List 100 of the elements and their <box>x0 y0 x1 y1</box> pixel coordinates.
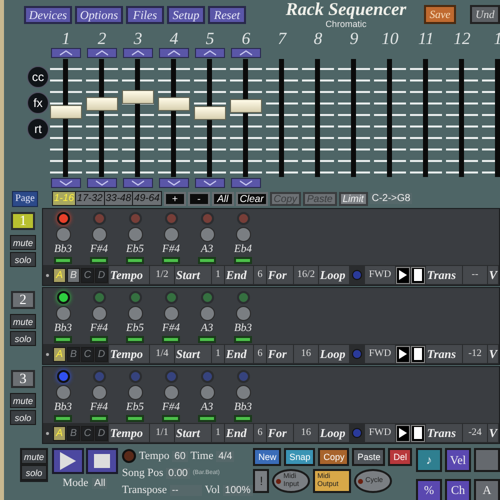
menu-button[interactable]: Reset <box>208 6 246 24</box>
step-button[interactable] <box>90 415 108 422</box>
solo-button[interactable]: solo <box>21 465 47 480</box>
undo-button[interactable]: Und <box>470 5 500 24</box>
solo-button[interactable]: solo <box>10 331 36 346</box>
mute-button[interactable]: mute <box>10 314 36 329</box>
step-button[interactable] <box>162 415 180 422</box>
step-button[interactable] <box>90 336 108 343</box>
pattern-button[interactable]: C <box>81 426 94 440</box>
knob[interactable] <box>200 227 214 242</box>
step-button[interactable] <box>234 336 252 343</box>
time-value[interactable]: 4/4 <box>216 450 234 462</box>
pattern-button[interactable]: C <box>81 268 94 282</box>
transpose-value[interactable]: -- <box>170 484 202 496</box>
knob[interactable] <box>56 227 70 242</box>
menu-button[interactable]: Files <box>126 6 164 24</box>
tool-button[interactable]: + <box>164 192 186 206</box>
fader-thumb[interactable] <box>122 90 154 104</box>
view-button[interactable]: Ch <box>445 478 471 500</box>
tool-button[interactable]: Limit <box>338 192 368 206</box>
knob[interactable] <box>128 227 142 242</box>
down-button[interactable] <box>195 178 225 188</box>
edit-button[interactable]: Paste <box>352 448 386 466</box>
solo-button[interactable]: solo <box>10 252 36 267</box>
fader-thumb[interactable] <box>230 99 262 114</box>
edit-button[interactable]: New <box>253 448 282 466</box>
pattern-button[interactable]: B <box>67 346 80 362</box>
step-button[interactable] <box>54 336 72 343</box>
mute-button[interactable]: mute <box>21 449 47 464</box>
knob[interactable] <box>236 306 250 321</box>
knob[interactable] <box>164 306 178 321</box>
up-button[interactable] <box>51 48 81 58</box>
knob[interactable] <box>56 306 70 321</box>
step-button[interactable] <box>198 336 216 343</box>
edit-button[interactable]: Copy <box>318 448 350 466</box>
knob[interactable] <box>236 385 250 400</box>
down-button[interactable] <box>123 178 153 188</box>
track-button[interactable]: 2 <box>11 291 35 309</box>
vol-value[interactable]: 100% <box>222 484 252 496</box>
pattern-button[interactable]: C <box>81 346 94 362</box>
knob[interactable] <box>164 385 178 400</box>
step-button[interactable] <box>234 415 252 422</box>
knob[interactable] <box>200 385 214 400</box>
record-led-icon[interactable] <box>122 449 136 463</box>
fader-thumb[interactable] <box>86 96 118 111</box>
menu-button[interactable]: Devices <box>24 6 72 24</box>
menu-button[interactable]: Options <box>74 6 123 24</box>
pattern-button[interactable]: B <box>67 426 80 440</box>
knob[interactable] <box>200 306 214 321</box>
tool-button[interactable]: All <box>212 192 234 206</box>
up-button[interactable] <box>231 48 261 58</box>
step-button[interactable] <box>198 415 216 422</box>
mode-round-button[interactable]: fx <box>27 92 49 114</box>
tool-button[interactable]: - <box>188 192 210 206</box>
view-button[interactable] <box>474 448 500 472</box>
fader-thumb[interactable] <box>50 104 82 119</box>
play-button[interactable] <box>52 448 84 474</box>
knob[interactable] <box>92 227 106 242</box>
page-button[interactable]: Page <box>12 190 38 206</box>
down-button[interactable] <box>51 178 81 188</box>
step-button[interactable] <box>90 257 108 264</box>
stop-button[interactable] <box>411 266 425 284</box>
fader-thumb[interactable] <box>158 96 190 111</box>
mode-value[interactable]: All <box>92 478 108 488</box>
step-button[interactable] <box>198 257 216 264</box>
up-button[interactable] <box>159 48 189 58</box>
knob[interactable] <box>92 385 106 400</box>
save-button[interactable]: Save <box>424 5 456 24</box>
view-button[interactable]: Vel <box>445 448 471 472</box>
page-tab[interactable]: 49-64 <box>133 192 161 205</box>
step-button[interactable] <box>54 257 72 264</box>
knob[interactable] <box>128 385 142 400</box>
play-button[interactable] <box>396 424 410 442</box>
tempo-value[interactable]: 60 <box>172 450 188 462</box>
play-button[interactable] <box>396 346 410 362</box>
fader-thumb[interactable] <box>194 106 226 120</box>
midi-button[interactable]: ! <box>253 469 270 493</box>
direction-value[interactable]: FWD <box>365 266 395 284</box>
mode-round-button[interactable]: cc <box>27 66 49 88</box>
pattern-button[interactable]: D <box>95 268 108 282</box>
stop-button[interactable] <box>86 448 118 474</box>
mute-button[interactable]: mute <box>10 393 36 408</box>
mode-round-button[interactable]: rt <box>27 118 49 140</box>
stop-button[interactable] <box>411 424 425 442</box>
view-button[interactable]: ♪ <box>416 448 442 472</box>
step-button[interactable] <box>54 415 72 422</box>
tool-button[interactable]: Clear <box>236 192 268 206</box>
up-button[interactable] <box>123 48 153 58</box>
down-button[interactable] <box>87 178 117 188</box>
step-button[interactable] <box>126 336 144 343</box>
direction-value[interactable]: FWD <box>365 424 395 442</box>
step-button[interactable] <box>126 257 144 264</box>
menu-button[interactable]: Setup <box>167 6 205 24</box>
solo-button[interactable]: solo <box>10 410 36 425</box>
pattern-button[interactable]: D <box>95 426 108 440</box>
track-button[interactable]: 3 <box>11 370 35 388</box>
down-button[interactable] <box>231 178 261 188</box>
step-button[interactable] <box>126 415 144 422</box>
edit-button[interactable]: Del <box>388 448 412 466</box>
pattern-button[interactable]: D <box>95 346 108 362</box>
